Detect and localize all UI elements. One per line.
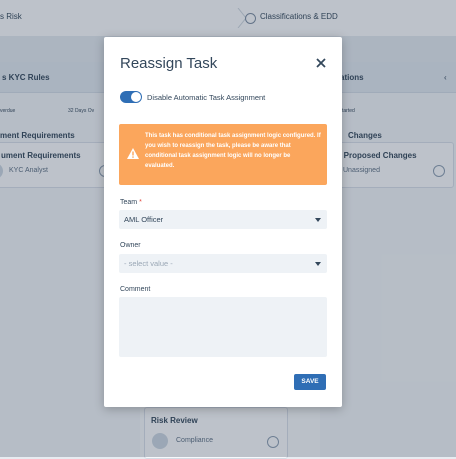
- close-icon[interactable]: [313, 55, 329, 71]
- warning-icon: [127, 148, 139, 159]
- team-label: Team *: [120, 199, 142, 206]
- warning-text: This task has conditional task assignmen…: [145, 133, 321, 169]
- auto-assignment-toggle-label: Disable Automatic Task Assignment: [147, 93, 266, 102]
- caret-down-icon: [315, 218, 321, 222]
- team-label-text: Team: [120, 199, 138, 206]
- comment-label: Comment: [120, 286, 151, 293]
- team-select-value: AML Officer: [124, 215, 164, 224]
- team-select[interactable]: AML Officer: [119, 210, 327, 229]
- toggle-knob: [131, 92, 141, 102]
- modal-title: Reassign Task: [120, 55, 218, 72]
- auto-assignment-toggle[interactable]: [120, 91, 142, 103]
- caret-down-icon: [315, 262, 321, 266]
- reassign-task-modal: Reassign Task Disable Automatic Task Ass…: [104, 37, 342, 407]
- comment-textarea[interactable]: [119, 297, 327, 357]
- owner-select-placeholder: - select value -: [124, 259, 173, 268]
- owner-select[interactable]: - select value -: [119, 254, 327, 273]
- owner-label: Owner: [120, 242, 141, 249]
- warning-banner: This task has conditional task assignmen…: [119, 124, 327, 185]
- required-mark: *: [139, 199, 142, 206]
- save-button[interactable]: SAVE: [294, 374, 326, 390]
